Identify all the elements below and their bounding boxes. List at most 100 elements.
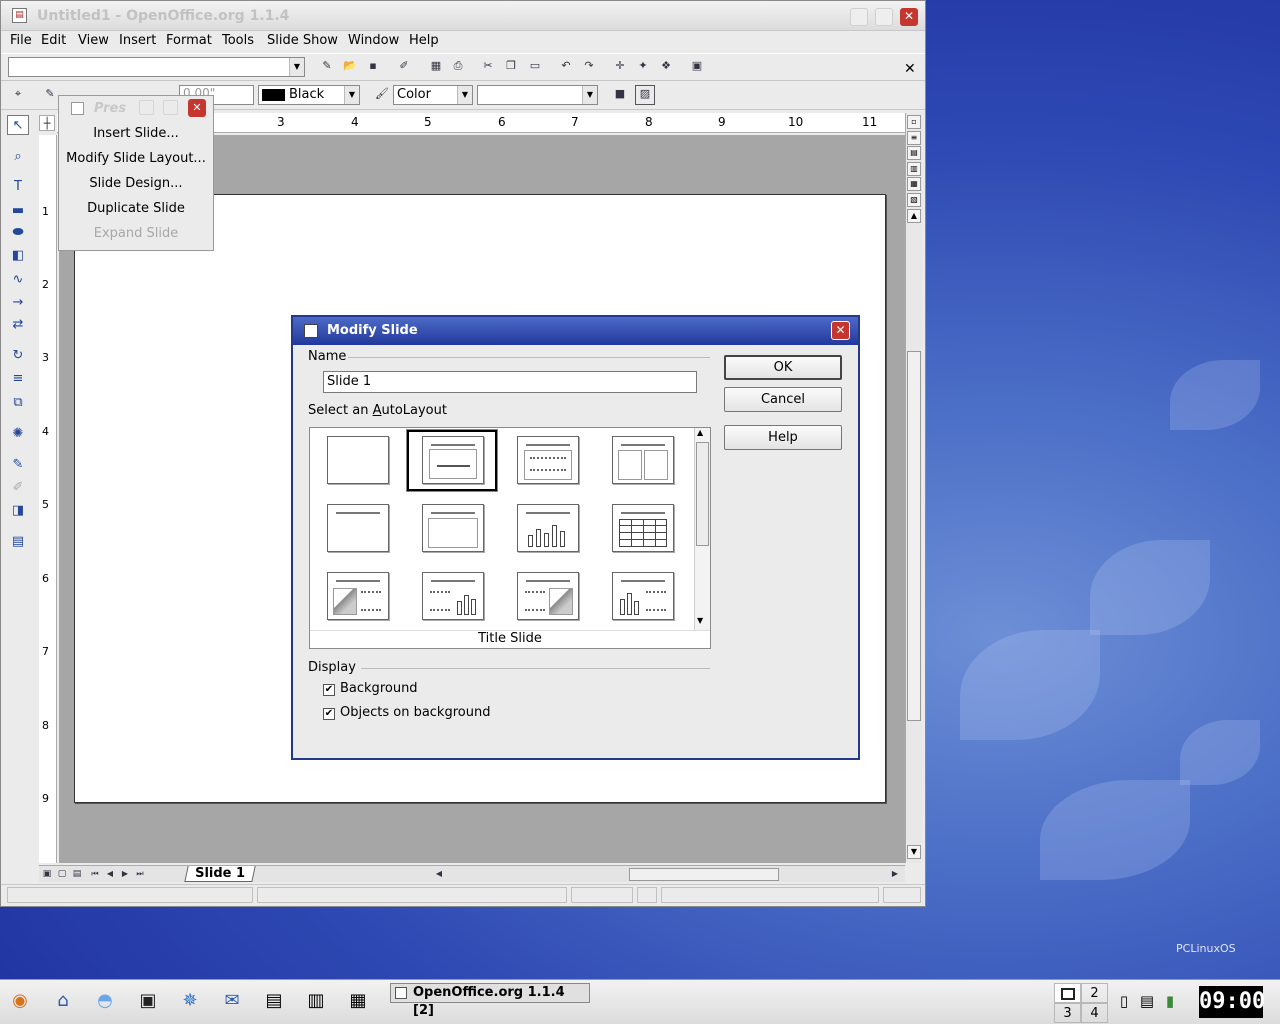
dialog-close-button[interactable]: ✕ [831, 321, 850, 340]
rectangle-icon[interactable]: ▬ [7, 201, 29, 221]
shadow-icon[interactable]: ■ [612, 86, 628, 102]
maximize-button[interactable] [875, 8, 893, 26]
rotate-icon[interactable]: ↻ [7, 346, 29, 366]
layout-title-only[interactable] [327, 504, 389, 552]
connector-icon[interactable]: ⇄ [7, 315, 29, 335]
layout-title-content[interactable] [517, 436, 579, 484]
text-icon[interactable]: T [7, 177, 29, 197]
handout-view-icon[interactable]: ▥ [907, 162, 921, 176]
flyout-close-button[interactable]: ✕ [188, 99, 206, 117]
layout-title-text-clipart[interactable] [517, 572, 579, 620]
chevron-down-icon[interactable]: ▼ [289, 58, 304, 76]
menu-tools[interactable]: Tools [222, 33, 254, 48]
calc-icon[interactable]: ▦ [343, 986, 373, 1016]
edit-points-icon[interactable]: ⌖ [10, 86, 26, 102]
writer-icon[interactable]: ▤ [259, 986, 289, 1016]
url-combobox[interactable]: ▼ [8, 57, 305, 77]
flyout-maximize-button[interactable] [163, 100, 178, 115]
edit-file-icon[interactable]: ✎ [319, 58, 335, 74]
openoffice-task-button[interactable]: OpenOffice.org 1.1.4 [2] [390, 983, 590, 1018]
next-slide-icon[interactable]: ▶ [117, 866, 133, 882]
layout-title-clipart-text[interactable] [327, 572, 389, 620]
menu-window[interactable]: Window [348, 33, 399, 48]
desktop-4[interactable]: 4 [1081, 1003, 1108, 1023]
start-menu-icon[interactable]: ◉ [5, 986, 35, 1016]
cancel-button[interactable]: Cancel [724, 387, 842, 412]
layout-title-chart[interactable] [517, 504, 579, 552]
menu-format[interactable]: Format [166, 33, 212, 48]
menu-slide-show[interactable]: Slide Show [267, 33, 338, 48]
chevron-down-icon[interactable]: ▼ [344, 86, 359, 104]
3d-object-icon[interactable]: ◨ [7, 501, 29, 521]
background-label[interactable]: Background [340, 681, 418, 696]
menu-edit[interactable]: Edit [41, 33, 66, 48]
navigator-icon[interactable]: ✛ [612, 58, 628, 74]
flyout-minimize-button[interactable] [139, 100, 154, 115]
area-fill-dropdown[interactable]: ▼ [477, 85, 598, 105]
modify-slide-layout-item[interactable]: Modify Slide Layout... [59, 147, 213, 171]
insert-image-icon[interactable]: ▣ [689, 58, 705, 74]
line-color-dropdown[interactable]: Black ▼ [258, 85, 360, 105]
horizontal-scroll-thumb[interactable] [629, 868, 779, 881]
menu-help[interactable]: Help [409, 33, 439, 48]
desktop-2[interactable]: 2 [1081, 983, 1108, 1003]
layout-blank[interactable] [327, 436, 389, 484]
transformations-icon[interactable]: ▨ [635, 85, 655, 105]
vertical-scrollbar[interactable]: ▫ ≡ ▤ ▥ ▦ ▧ ▲ ▼ [905, 113, 922, 863]
autolayout-scrollbar[interactable]: ▲ ▼ [694, 428, 710, 630]
curve-icon[interactable]: ∿ [7, 270, 29, 290]
open-icon[interactable]: 📂 [342, 58, 358, 74]
first-slide-icon[interactable]: ⏮ [87, 866, 103, 882]
slide-show-icon[interactable]: ▤ [7, 532, 29, 552]
background-checkbox[interactable]: ✔ [323, 684, 335, 696]
objects-on-background-checkbox[interactable]: ✔ [323, 708, 335, 720]
chevron-down-icon[interactable]: ▼ [582, 86, 597, 104]
dialog-title-bar[interactable]: Modify Slide ✕ [293, 317, 858, 345]
glue-icon[interactable]: ✐ [7, 478, 29, 498]
flyout-title-bar[interactable]: Pres ✕ [59, 96, 213, 122]
align-icon[interactable]: ≡ [7, 369, 29, 389]
autolayout-list[interactable]: ▲ ▼ Title Slide [309, 427, 711, 649]
scroll-up-icon[interactable]: ▲ [697, 428, 703, 437]
layout-title-text-chart[interactable] [422, 572, 484, 620]
close-button[interactable]: ✕ [900, 8, 918, 26]
stylist-icon[interactable]: ✦ [635, 58, 651, 74]
export-pdf-icon[interactable]: ▦ [428, 58, 444, 74]
view-mode-icon[interactable]: ▫ [907, 115, 921, 129]
zoom-icon[interactable]: ⌕ [7, 147, 29, 167]
menu-insert[interactable]: Insert [119, 33, 156, 48]
layout-title-table[interactable] [612, 504, 674, 552]
vertical-scroll-thumb[interactable] [907, 351, 921, 721]
impress-icon[interactable]: ▥ [301, 986, 331, 1016]
drawing-view-icon[interactable]: ▣ [39, 866, 55, 882]
gallery-icon[interactable]: ❖ [658, 58, 674, 74]
slide-sorter-icon[interactable]: ▦ [907, 177, 921, 191]
line-icon[interactable]: → [7, 293, 29, 313]
prev-slide-icon[interactable]: ◀ [102, 866, 118, 882]
3d-icon[interactable]: ◧ [7, 246, 29, 266]
copy-icon[interactable]: ❐ [503, 58, 519, 74]
scroll-right-icon[interactable]: ▶ [887, 866, 903, 882]
desktop-3[interactable]: 3 [1054, 1003, 1081, 1023]
notes-view-icon[interactable]: ▤ [907, 146, 921, 160]
layout-title-chart-text[interactable] [612, 572, 674, 620]
chevron-down-icon[interactable]: ▼ [457, 86, 472, 104]
outline-view-icon[interactable]: ≡ [907, 131, 921, 145]
ok-button[interactable]: OK [724, 355, 842, 380]
scroll-left-icon[interactable]: ◀ [431, 866, 447, 882]
tab-slide-1[interactable]: Slide 1 [184, 866, 256, 882]
browser-icon[interactable]: ✵ [175, 986, 205, 1016]
scroll-up-icon[interactable]: ▲ [907, 209, 921, 223]
home-icon[interactable]: ⌂ [48, 986, 78, 1016]
cut-icon[interactable]: ✂ [480, 58, 496, 74]
insert-slide-item[interactable]: Insert Slide... [59, 122, 213, 146]
desktop-1[interactable] [1054, 983, 1081, 1003]
arrange-icon[interactable]: ⧉ [7, 393, 29, 413]
battery-icon[interactable]: ▮ [1160, 986, 1180, 1016]
title-bar[interactable]: ▤ Untitled1 - OpenOffice.org 1.1.4 ✕ [1, 1, 925, 31]
save-icon[interactable]: ▪ [365, 58, 381, 74]
master-view-icon[interactable]: ▢ [54, 866, 70, 882]
undo-icon[interactable]: ↶ [558, 58, 574, 74]
line-style-icon[interactable]: ✎ [42, 86, 58, 102]
mail-icon[interactable]: ✉ [217, 986, 247, 1016]
